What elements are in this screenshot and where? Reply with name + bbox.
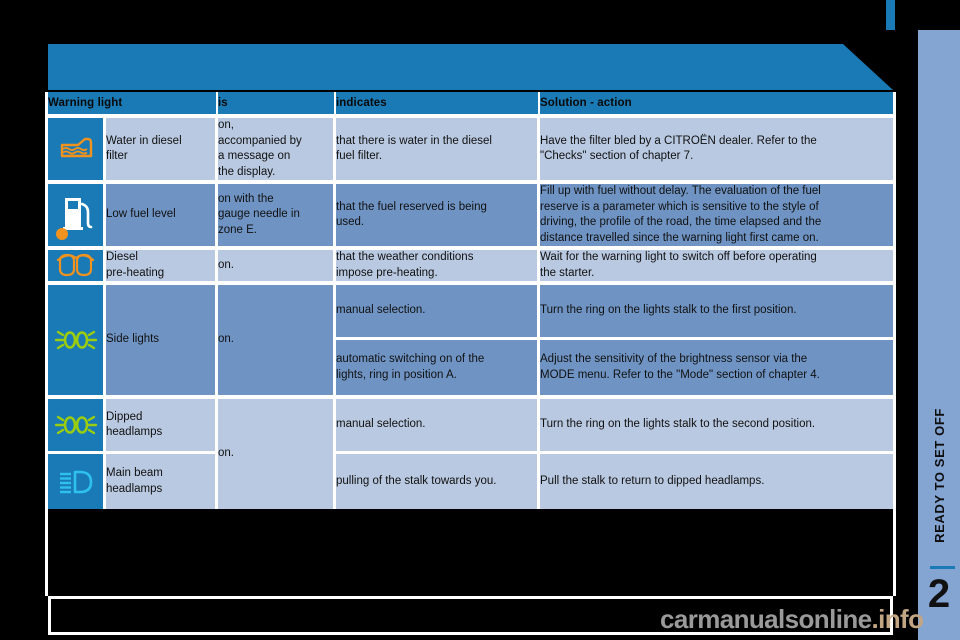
row-name: Dipped headlamps <box>106 399 218 454</box>
row-solution: Turn the ring on the lights stalk to the… <box>540 285 893 340</box>
table-row: Dipped headlamps on. manual selection. T… <box>48 399 893 509</box>
row-indicates: manual selection. <box>336 399 540 454</box>
row-name: Diesel pre-heating <box>106 250 218 281</box>
header-is: is <box>218 92 336 114</box>
table-row: Diesel pre-heating on. that the weather … <box>48 250 893 281</box>
row-indicates: automatic switching on of the lights, ri… <box>336 340 540 395</box>
row-indicates: that there is water in the diesel fuel f… <box>336 118 540 180</box>
table-row: Main beam headlamps pulling of the stalk… <box>48 454 893 509</box>
low-fuel-level-icon <box>48 184 106 246</box>
header-indicates: indicates <box>336 92 540 114</box>
header-solution-action: Solution - action <box>540 92 893 114</box>
top-accent-tab <box>886 0 895 30</box>
row-is: on with the gauge needle in zone E. <box>218 184 336 246</box>
row-solution: Turn the ring on the lights stalk to the… <box>540 399 893 454</box>
footer-top-rule <box>48 596 893 599</box>
water-in-diesel-filter-icon <box>48 118 106 180</box>
row-indicates: that the weather conditions impose pre-h… <box>336 250 540 281</box>
row-solution: Wait for the warning light to switch off… <box>540 250 893 281</box>
watermark-tld: .info <box>871 604 924 634</box>
table-row: Water in diesel filter on, accompanied b… <box>48 118 893 180</box>
row-indicates: that the fuel reserved is being used. <box>336 184 540 246</box>
row-is: on. <box>218 399 336 509</box>
row-solution: Have the filter bled by a CITROËN dealer… <box>540 118 893 180</box>
table-row: Side lights on. manual selection. Turn t… <box>48 285 893 395</box>
side-lights-icon <box>48 285 106 395</box>
row-is: on. <box>218 285 336 395</box>
row-name: Side lights <box>106 285 218 395</box>
header-warning-light: Warning light <box>48 92 218 114</box>
watermark-name: carmanualsonline <box>660 604 872 634</box>
row-solution: Pull the stalk to return to dipped headl… <box>540 454 893 509</box>
chapter-number: 2 <box>927 572 951 616</box>
diesel-preheating-icon <box>48 250 106 281</box>
table-header-row: Warning light is indicates Solution - ac… <box>48 92 893 114</box>
footer-left-rule <box>48 596 51 635</box>
row-name: Water in diesel filter <box>106 118 218 180</box>
table-row: Low fuel level on with the gauge needle … <box>48 184 893 246</box>
chapter-section-title: READY TO SET OFF <box>918 380 960 570</box>
row-name: Main beam headlamps <box>106 454 218 509</box>
dipped-headlamps-icon <box>48 399 106 454</box>
page-banner <box>48 44 893 90</box>
row-solution: Fill up with fuel without delay. The eva… <box>540 184 893 246</box>
watermark: carmanualsonline.info <box>660 604 924 635</box>
row-is: on, accompanied by a message on the disp… <box>218 118 336 180</box>
chapter-divider <box>930 566 955 569</box>
row-solution: Adjust the sensitivity of the brightness… <box>540 340 893 395</box>
row-is: on. <box>218 250 336 281</box>
manual-page: Warning light is indicates Solution - ac… <box>0 0 960 640</box>
main-beam-headlamps-icon <box>48 454 106 509</box>
row-indicates: manual selection. <box>336 285 540 340</box>
row-name: Low fuel level <box>106 184 218 246</box>
table-right-rail <box>893 92 896 596</box>
warning-lights-table: Warning light is indicates Solution - ac… <box>48 92 893 509</box>
chapter-section-title-text: READY TO SET OFF <box>931 407 947 543</box>
row-indicates: pulling of the stalk towards you. <box>336 454 540 509</box>
